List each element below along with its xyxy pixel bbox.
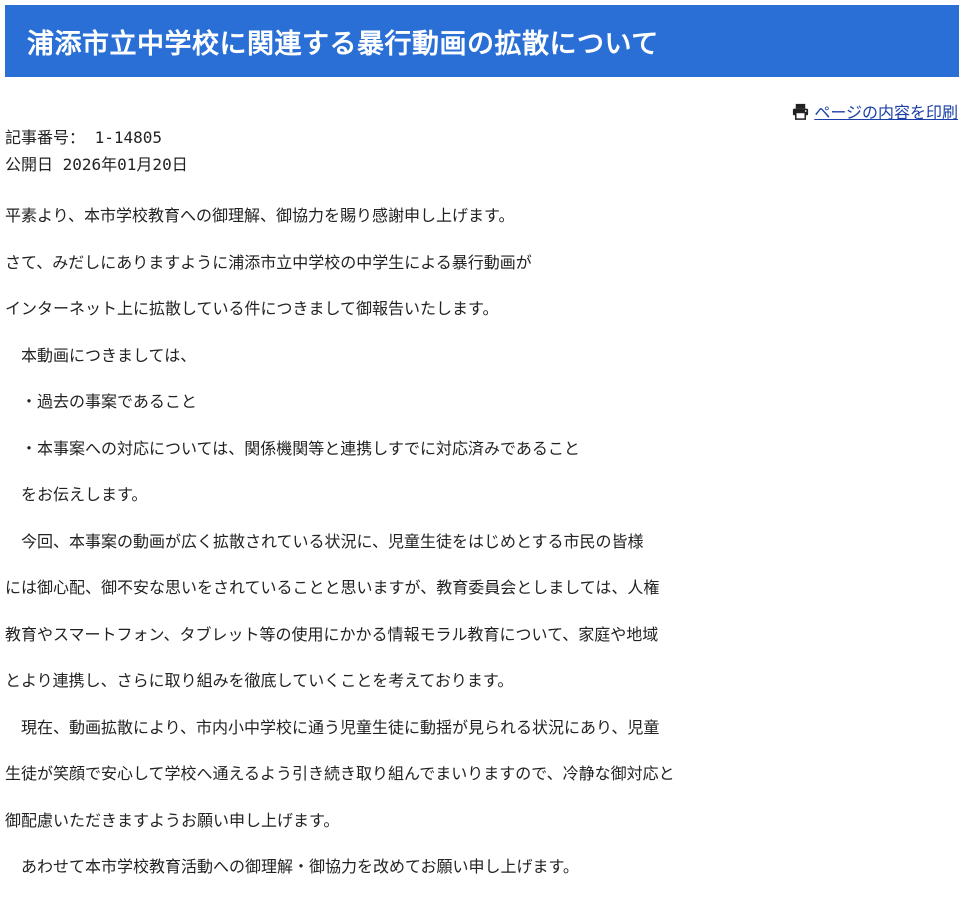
body-line: 御配慮いただきますようお願い申し上げます。	[5, 810, 340, 830]
body-line: あわせて本市学校教育活動への御理解・御協力を改めてお願い申し上げます。	[5, 857, 579, 876]
article-number: 記事番号： 1-14805	[5, 128, 163, 147]
article-meta: 記事番号： 1-14805 公開日 2026年01月20日	[5, 124, 188, 178]
publish-date: 公開日 2026年01月20日	[5, 155, 188, 174]
body-line: 平素より、本市学校教育への御理解、御協力を賜り感謝申し上げます。	[5, 206, 515, 225]
body-line: 本動画につきましては、	[5, 345, 197, 365]
body-line: 生徒が笑顔で安心して学校へ通えるよう引き続き取り組んでまいりますので、冷静な御対…	[5, 764, 675, 783]
body-line: 今回、本事案の動画が広く拡散されている状況に、児童生徒をはじめとする市民の皆様	[5, 531, 644, 551]
page-header: 浦添市立中学校に関連する暴行動画の拡散について	[5, 5, 959, 77]
body-line: ・本事案への対応については、関係機関等と連携しすでに対応済みであること	[5, 438, 580, 458]
body-line: には御心配、御不安な思いをされていることと思いますが、教育委員会としましては、人…	[5, 578, 660, 597]
article-body: 平素より、本市学校教育への御理解、御協力を賜り感謝申し上げます。 さて、みだしに…	[5, 199, 955, 897]
print-link-label: ページの内容を印刷	[814, 103, 958, 122]
body-line: とより連携し、さらに取り組みを徹底していくことを考えております。	[5, 671, 514, 690]
body-line: ・過去の事案であること	[5, 392, 197, 411]
body-line: をお伝えします。	[5, 485, 148, 504]
body-line: 教育やスマートフォン、タブレット等の使用にかかる情報モラル教育について、家庭や地…	[5, 624, 659, 644]
body-line: インターネット上に拡散している件につきまして御報告いたします。	[5, 299, 499, 318]
body-line: さて、みだしにありますように浦添市立中学校の中学生による暴行動画が	[5, 252, 532, 272]
print-page-link[interactable]: ページの内容を印刷	[791, 99, 958, 123]
body-line: 現在、動画拡散により、市内小中学校に通う児童生徒に動揺が見られる状況にあり、児童	[5, 717, 660, 737]
printer-icon	[793, 103, 809, 120]
page-title: 浦添市立中学校に関連する暴行動画の拡散について	[27, 28, 659, 60]
